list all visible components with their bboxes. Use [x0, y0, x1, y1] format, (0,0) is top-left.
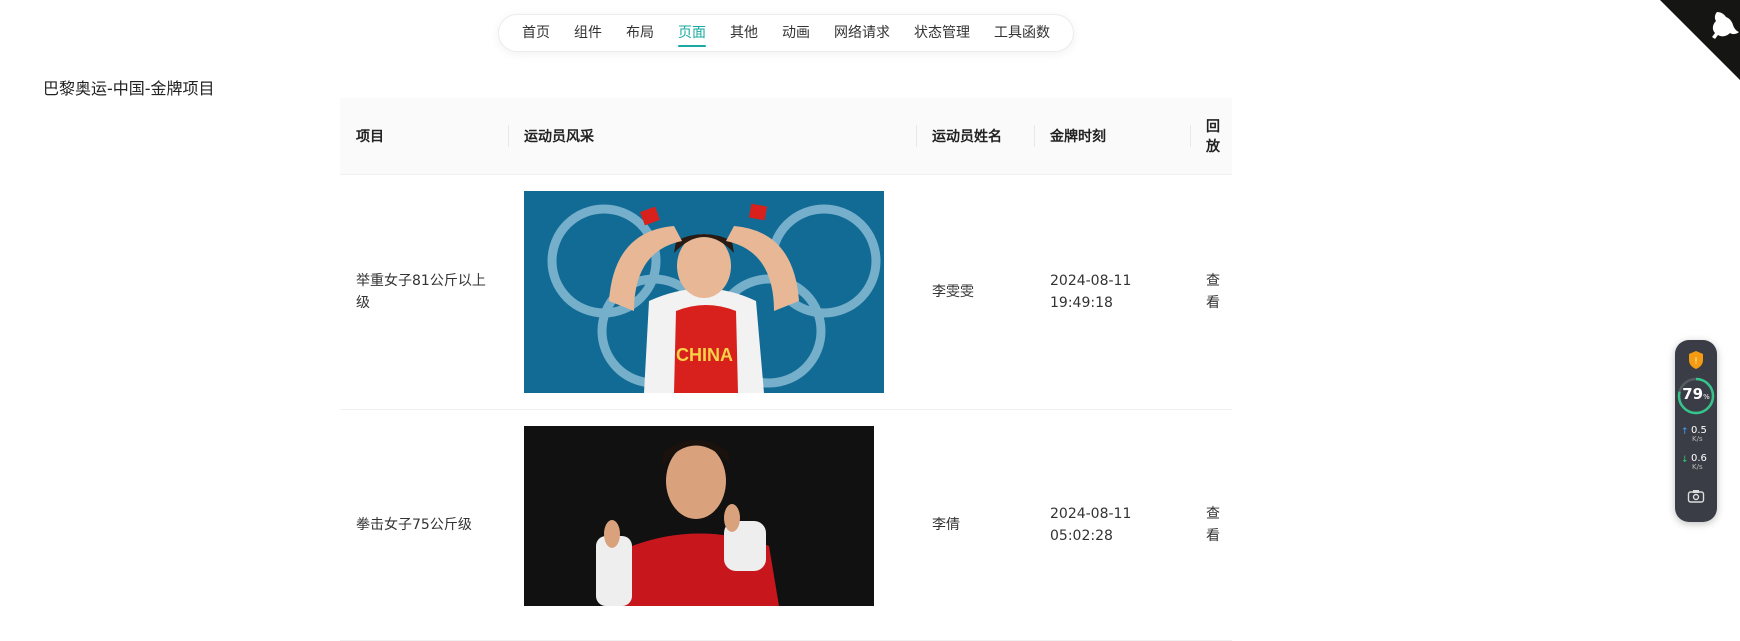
camera-icon[interactable]: [1687, 488, 1705, 504]
shield-icon[interactable]: !: [1687, 350, 1705, 370]
page-title: 巴黎奥运-中国-金牌项目: [43, 79, 215, 98]
download-unit: K/s: [1692, 463, 1703, 471]
github-corner-icon[interactable]: [1660, 0, 1740, 80]
photo-cell: [508, 410, 916, 640]
athlete-photo: CHINA: [524, 191, 884, 393]
replay-link[interactable]: 查看: [1206, 503, 1220, 547]
network-monitor-widget[interactable]: ! 79% ↑ 0.5 K/s ↓ 0.6 K/s: [1675, 340, 1717, 522]
nav-item-other[interactable]: 其他: [718, 14, 770, 52]
column-header-replay: 回放: [1190, 98, 1232, 174]
nav-item-layout[interactable]: 布局: [614, 14, 666, 52]
usage-percent: 79%: [1682, 385, 1710, 403]
nav-item-state[interactable]: 状态管理: [902, 14, 982, 52]
svg-text:!: !: [1695, 356, 1698, 366]
replay-link[interactable]: 查看: [1206, 270, 1220, 314]
nav-item-pages[interactable]: 页面: [666, 14, 718, 52]
medal-time-cell: 2024-08-11 05:02:28: [1050, 506, 1132, 544]
medal-table: 项目 运动员风采 运动员姓名 金牌时刻 回放 举重女子81公斤以上级 CHINA…: [340, 98, 1232, 641]
replay-cell: 查看: [1190, 410, 1232, 640]
replay-cell: 查看: [1190, 175, 1232, 409]
column-header-photo: 运动员风采: [508, 98, 916, 174]
download-arrow-icon: ↓: [1681, 455, 1689, 465]
athlete-name-cell: 李倩: [932, 517, 960, 533]
table-row: 举重女子81公斤以上级 CHINA 李雯雯 2024-08-11 19:49:1…: [340, 175, 1232, 410]
nav-item-home[interactable]: 首页: [510, 14, 562, 52]
nav-item-animation[interactable]: 动画: [770, 14, 822, 52]
top-nav: 首页 组件 布局 页面 其他 动画 网络请求 状态管理 工具函数: [498, 14, 1074, 52]
column-header-time: 金牌时刻: [1034, 98, 1190, 174]
nav-item-utils[interactable]: 工具函数: [982, 14, 1062, 52]
table-header: 项目 运动员风采 运动员姓名 金牌时刻 回放: [340, 98, 1232, 175]
upload-arrow-icon: ↑: [1681, 427, 1689, 437]
event-cell: 拳击女子75公斤级: [356, 517, 472, 533]
medal-time-cell: 2024-08-11 19:49:18: [1050, 273, 1132, 311]
nav-item-network[interactable]: 网络请求: [822, 14, 902, 52]
table-row: 拳击女子75公斤级 李倩 2024-08-11 05:02:28 查看: [340, 410, 1232, 641]
nav-item-components[interactable]: 组件: [562, 14, 614, 52]
photo-cell: CHINA: [508, 175, 916, 409]
athlete-name-cell: 李雯雯: [932, 284, 974, 300]
event-cell: 举重女子81公斤以上级: [356, 273, 486, 311]
athlete-photo: [524, 426, 874, 606]
upload-unit: K/s: [1692, 435, 1703, 443]
jersey-text: CHINA: [676, 345, 733, 365]
column-header-athlete: 运动员姓名: [916, 98, 1034, 174]
column-header-event: 项目: [356, 129, 384, 145]
